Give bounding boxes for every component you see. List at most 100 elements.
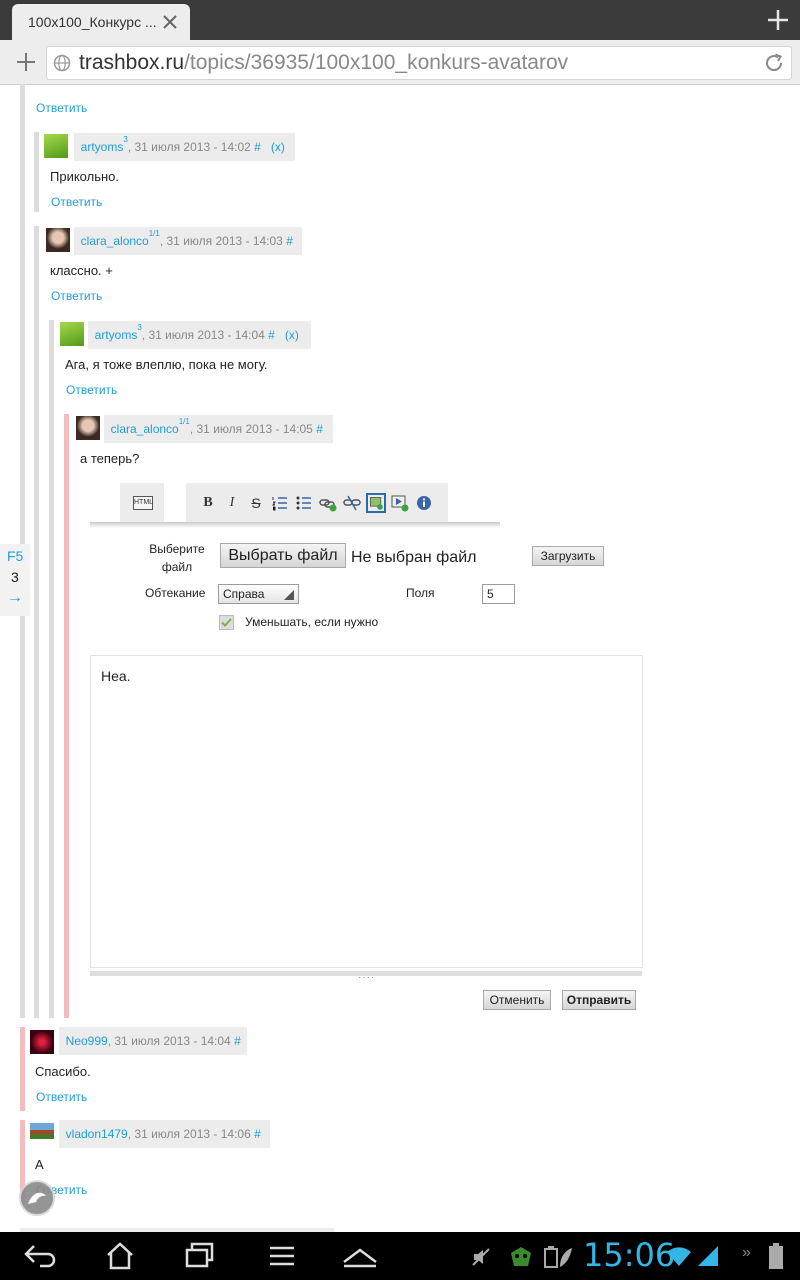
info-icon[interactable]: [414, 493, 434, 513]
margin-input[interactable]: 5: [482, 584, 515, 604]
add-bookmark-icon[interactable]: [14, 50, 38, 74]
avatar[interactable]: [46, 228, 70, 252]
avatar[interactable]: [30, 1030, 54, 1054]
comment-header: artyoms3, 31 июля 2013 - 14:04 # (x): [88, 321, 311, 349]
comment-date: , 31 июля 2013 - 14:03: [159, 234, 283, 248]
reload-icon[interactable]: [763, 52, 785, 74]
permalink[interactable]: #: [286, 234, 293, 248]
new-count: 3: [11, 569, 19, 585]
username-link[interactable]: artyoms: [95, 328, 138, 342]
comment-header: clara_alonco1/1, 31 июля 2013 - 14:03 #: [74, 227, 302, 255]
home-icon[interactable]: [100, 1240, 140, 1272]
comment-text: Ага, я тоже влеплю, пока не могу.: [65, 357, 268, 372]
reply-link[interactable]: Ответить: [51, 289, 102, 303]
permalink[interactable]: #: [254, 140, 261, 154]
system-nav-bar: 15:06 »: [0, 1232, 800, 1280]
avatar[interactable]: [44, 134, 68, 158]
comment-text: а теперь?: [80, 451, 140, 466]
url-domain: trashbox.ru: [79, 51, 185, 74]
refresh-label[interactable]: F5: [7, 548, 23, 564]
permalink[interactable]: #: [234, 1034, 241, 1048]
html-mode-button[interactable]: HTML: [133, 496, 153, 510]
avatar[interactable]: [76, 416, 100, 440]
reply-link[interactable]: Ответить: [51, 195, 102, 209]
margin-label: Поля: [406, 586, 435, 600]
toolbar-shadow: [90, 522, 500, 528]
thread-bar: [49, 320, 54, 1018]
ordered-list-icon[interactable]: [270, 493, 290, 513]
comment-header: vladon1479, 31 июля 2013 - 14:06 #: [59, 1120, 270, 1148]
new-comments-counter[interactable]: F5 3 →: [0, 544, 30, 616]
browser-tab[interactable]: 100x100_Конкурс ...: [12, 4, 190, 40]
permalink[interactable]: #: [316, 422, 323, 436]
resize-grip-icon[interactable]: ····: [358, 972, 375, 983]
reply-link[interactable]: Ответить: [66, 383, 117, 397]
comment-text: Спасибо.: [35, 1064, 91, 1079]
back-icon[interactable]: [20, 1240, 60, 1272]
choose-file-button[interactable]: Выбрать файл: [220, 543, 346, 568]
new-tab-icon[interactable]: [764, 6, 792, 34]
next-new-arrow-icon[interactable]: →: [7, 589, 23, 607]
globe-icon: [53, 54, 71, 72]
username-link[interactable]: vladon1479: [66, 1127, 128, 1141]
unlink-icon[interactable]: [342, 493, 362, 513]
address-bar: trashbox.ru/topics/36935/100x100_konkurs…: [0, 40, 800, 85]
thread-bar: [34, 226, 39, 1018]
html-toolbar: HTML: [120, 483, 164, 523]
cancel-button[interactable]: Отменить: [483, 990, 551, 1010]
permalink[interactable]: #: [254, 1127, 261, 1141]
comment-date: , 31 июля 2013 - 14:05: [189, 422, 313, 436]
comment-date: , 31 июля 2013 - 14:02: [127, 140, 251, 154]
recent-apps-icon[interactable]: [180, 1240, 220, 1272]
insert-image-icon[interactable]: [366, 493, 386, 513]
url-text: trashbox.ru/topics/36935/100x100_konkurs…: [79, 51, 568, 75]
insert-link-icon[interactable]: [318, 493, 338, 513]
comment-date: , 31 июля 2013 - 14:04: [107, 1034, 231, 1048]
delete-link[interactable]: (x): [271, 140, 285, 154]
wrap-label: Обтекание: [145, 586, 206, 600]
username-link[interactable]: Neo999: [66, 1034, 108, 1048]
page-content: Ответить artyoms3, 31 июля 2013 - 14:02 …: [0, 84, 800, 1232]
expand-up-icon[interactable]: [340, 1240, 380, 1272]
mute-icon: [472, 1248, 490, 1266]
bold-icon[interactable]: B: [198, 493, 218, 513]
signal-icon: [698, 1246, 718, 1266]
comment-textarea[interactable]: Неа.: [90, 655, 643, 968]
insert-video-icon[interactable]: [390, 493, 410, 513]
tab-bar: 100x100_Конкурс ...: [0, 0, 800, 40]
format-toolbar: B I S: [186, 483, 448, 523]
shrink-checkbox[interactable]: [219, 615, 234, 630]
delete-link[interactable]: (x): [285, 328, 299, 342]
battery-saver-icon: [544, 1246, 572, 1268]
menu-icon[interactable]: [262, 1240, 302, 1272]
username-link[interactable]: artyoms: [81, 140, 124, 154]
strikethrough-icon[interactable]: S: [246, 493, 266, 513]
no-file-text: Не выбран файл: [351, 549, 477, 566]
url-field[interactable]: trashbox.ru/topics/36935/100x100_konkurs…: [46, 46, 792, 80]
data-activity-icon: »: [742, 1244, 751, 1261]
dolphin-menu-button[interactable]: [19, 1180, 55, 1216]
reply-link[interactable]: Ответить: [36, 101, 87, 115]
avatar[interactable]: [60, 322, 84, 346]
url-path: /topics/36935/100x100_konkurs-avatarov: [184, 51, 569, 74]
avatar[interactable]: [30, 1123, 54, 1139]
comment-date: , 31 июля 2013 - 14:06: [127, 1127, 251, 1141]
bug-icon: [511, 1247, 531, 1266]
bullet-list-icon[interactable]: [294, 493, 314, 513]
close-tab-icon[interactable]: [160, 12, 180, 32]
comment-header: Neo999, 31 июля 2013 - 14:04 #: [59, 1027, 247, 1055]
permalink[interactable]: #: [268, 328, 275, 342]
submit-button[interactable]: Отправить: [562, 990, 636, 1010]
wifi-icon: [667, 1247, 691, 1266]
wrap-select-value: Справа: [223, 587, 265, 601]
comment-header: clara_alonco1/1, 31 июля 2013 - 14:05 #: [104, 415, 333, 443]
reply-link[interactable]: Ответить: [36, 1090, 87, 1104]
username-link[interactable]: clara_alonco: [81, 234, 149, 248]
thread-bar: [20, 1027, 25, 1111]
tab-title: 100x100_Конкурс ...: [28, 14, 157, 30]
italic-icon[interactable]: I: [222, 493, 242, 513]
wrap-select[interactable]: Справа: [218, 584, 299, 604]
username-link[interactable]: clara_alonco: [111, 422, 179, 436]
upload-button[interactable]: Загрузить: [532, 546, 604, 566]
thread-bar: [64, 414, 69, 1018]
